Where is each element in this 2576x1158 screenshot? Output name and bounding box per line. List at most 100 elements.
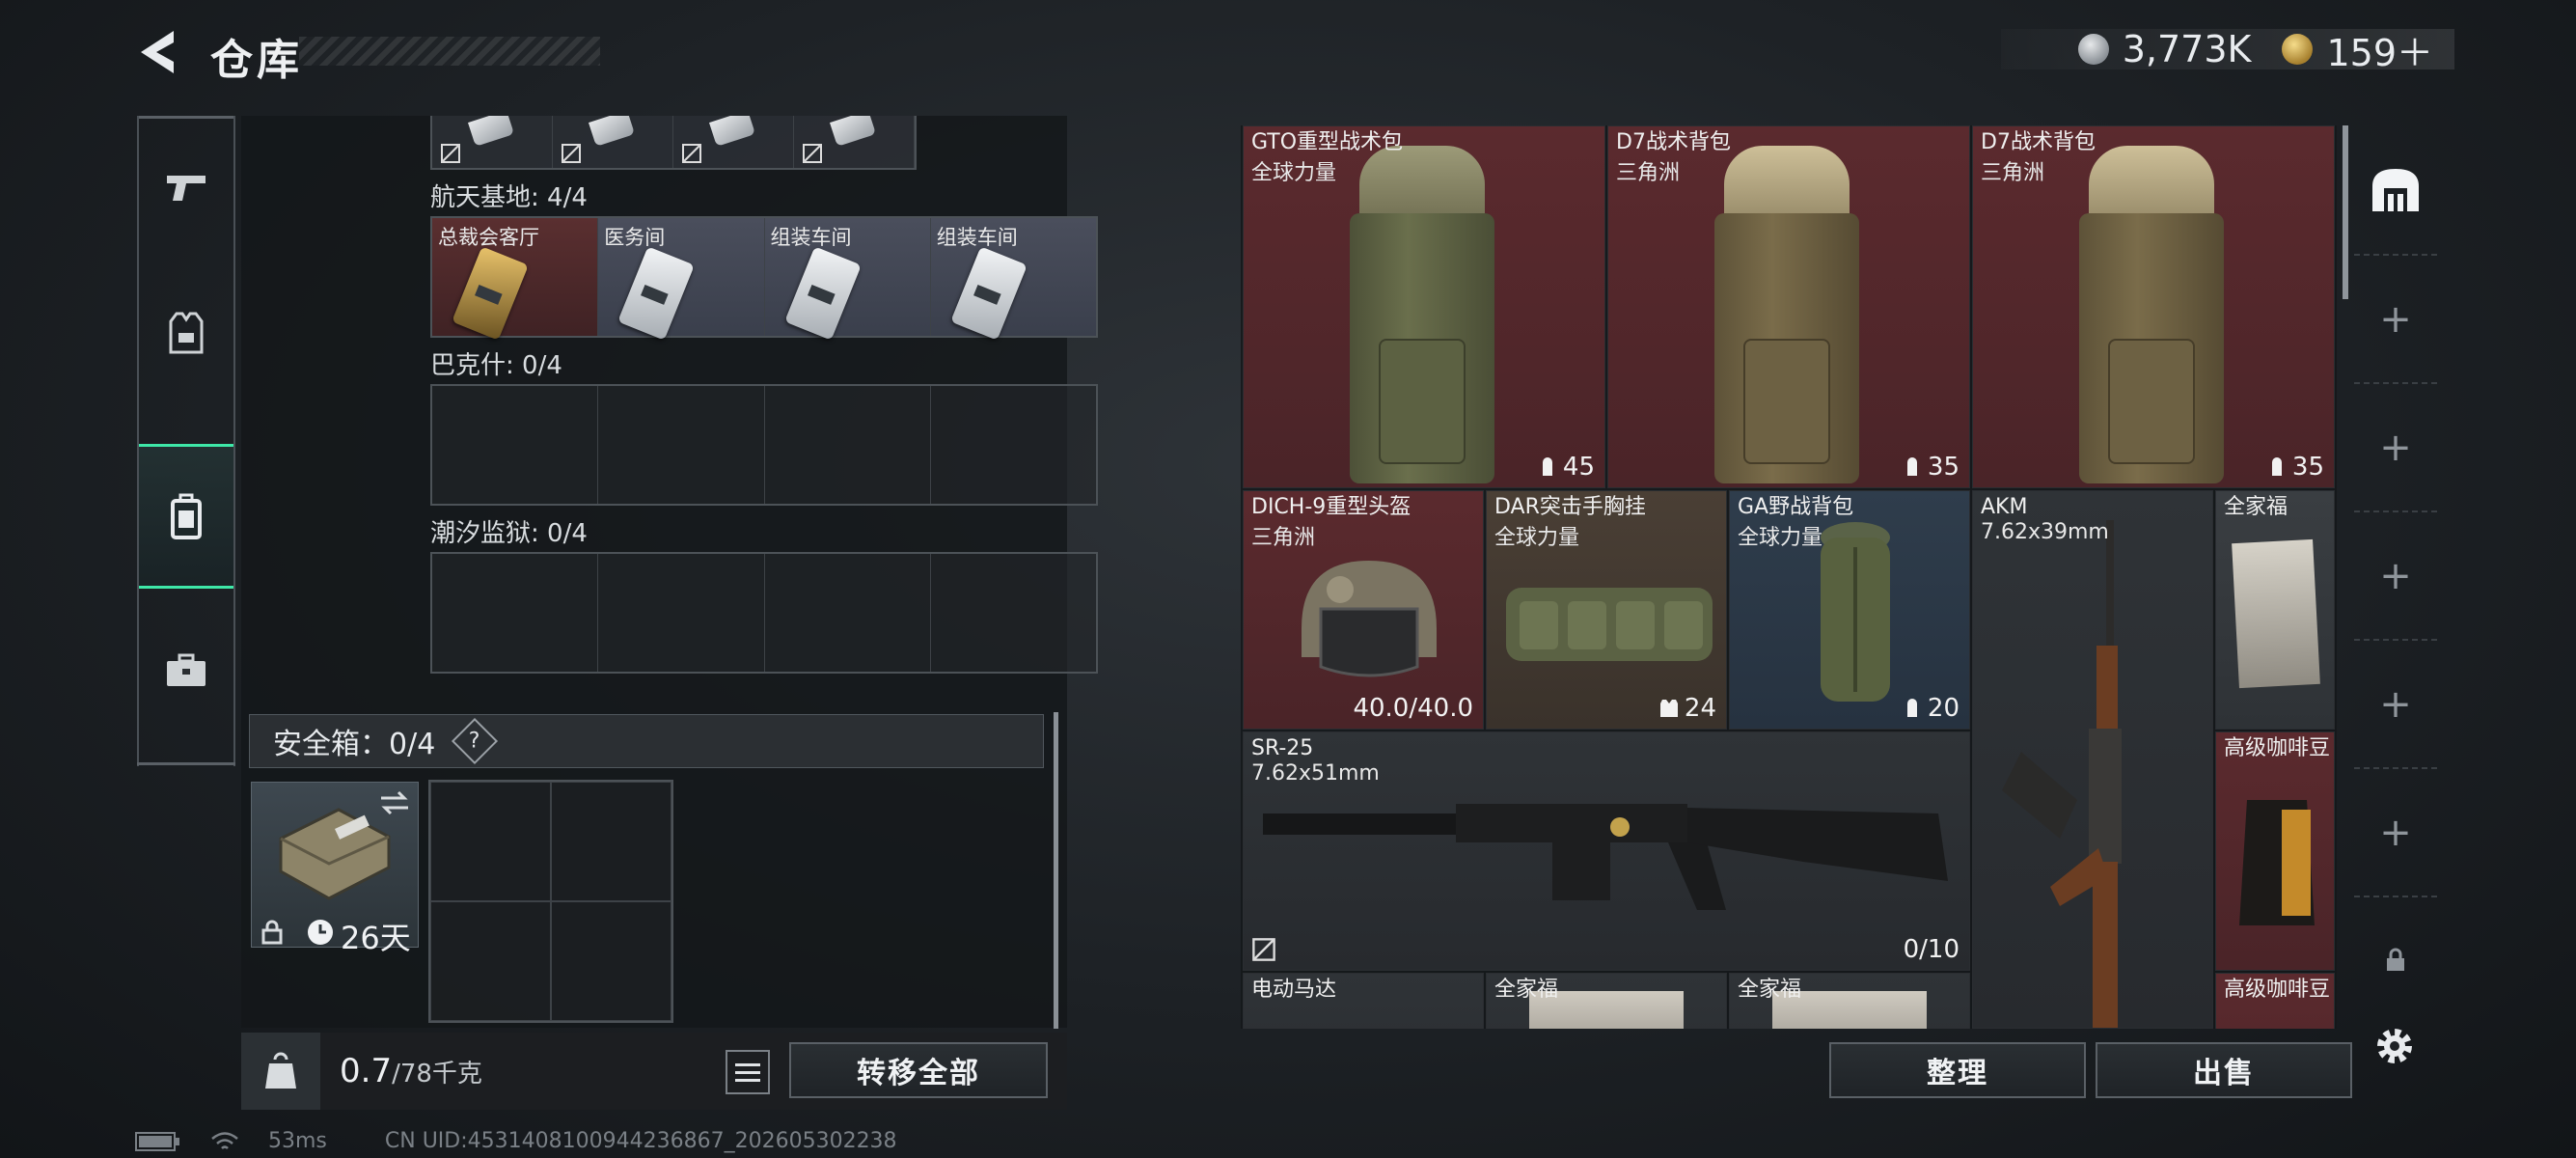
inventory-item[interactable]: 电动马达	[1243, 973, 1484, 1029]
empty-keycard-slot[interactable]	[432, 386, 599, 504]
item-name: D7战术背包	[1981, 130, 2096, 154]
inventory-item[interactable]: DICH-9重型头盔 三角洲 40.0/40.0	[1243, 490, 1484, 730]
backpack-small-icon	[1542, 457, 1552, 476]
no-transfer-icon	[1252, 938, 1275, 961]
storage-rail: + + + + +	[2354, 125, 2437, 1023]
organize-button[interactable]: 整理	[1829, 1042, 2086, 1098]
storage-tab-main[interactable]	[2354, 125, 2437, 254]
chest-rig-image	[1506, 588, 1713, 661]
keycard-label: 组装车间	[936, 226, 1018, 249]
nav-toolbox[interactable]	[139, 598, 233, 743]
keycard-slot[interactable]	[794, 116, 915, 168]
inventory-item[interactable]: AKM 7.62x39mm	[1972, 490, 2213, 1029]
inventory-item[interactable]: 高级咖啡豆	[2215, 973, 2335, 1029]
item-name: 全家福	[2224, 495, 2288, 519]
keycard-slot[interactable]	[553, 116, 673, 168]
locked-storage-tab[interactable]	[2354, 896, 2437, 1023]
no-transfer-icon	[682, 144, 701, 163]
help-icon[interactable]: ?	[452, 717, 499, 765]
backpack-image	[1714, 146, 1859, 487]
empty-keycard-slot[interactable]	[765, 386, 931, 504]
back-arrow-icon[interactable]	[135, 27, 183, 77]
keycard-icon	[783, 246, 862, 341]
nav-weapons[interactable]	[139, 116, 233, 261]
no-transfer-icon	[562, 144, 581, 163]
keycard-item[interactable]: 总裁会客厅	[432, 218, 599, 341]
weight-icon	[241, 1033, 320, 1110]
empty-keycard-slot[interactable]	[598, 554, 765, 672]
empty-keycard-slot[interactable]	[598, 386, 765, 504]
add-storage-tab-button[interactable]: +	[2354, 510, 2437, 639]
add-storage-tab-button[interactable]: +	[2354, 382, 2437, 510]
item-name: DICH-9重型头盔	[1251, 495, 1411, 519]
backpack-small-icon	[1906, 457, 1917, 476]
item-name: 高级咖啡豆	[2224, 736, 2331, 760]
item-capacity: 35	[2267, 453, 2324, 482]
photo-image	[2232, 538, 2320, 689]
clock-icon	[308, 920, 333, 945]
safe-slot[interactable]	[551, 901, 671, 1021]
inventory-item[interactable]: D7战术背包 三角洲 35	[1972, 125, 2335, 488]
safe-slot[interactable]	[551, 782, 671, 901]
safe-slot[interactable]	[430, 901, 551, 1021]
keycard-icon	[617, 246, 696, 341]
nav-armor[interactable]	[139, 261, 233, 405]
inventory-item[interactable]: DAR突击手胸挂 全球力量 24	[1486, 490, 1727, 730]
inventory-item[interactable]: GA野战背包 全球力量 20	[1729, 490, 1970, 730]
nav-container[interactable]	[139, 444, 233, 589]
empty-keycard-slot[interactable]	[931, 386, 1096, 504]
add-storage-tab-button[interactable]: +	[2354, 639, 2437, 767]
inventory-item[interactable]: 全家福	[1729, 973, 1970, 1029]
keycard-item[interactable]: 组装车间	[764, 218, 931, 341]
page-title: 仓库	[210, 36, 303, 85]
swap-icon[interactable]	[377, 788, 412, 817]
item-sub: 全球力量	[1251, 161, 1337, 185]
item-sub: 全球力量	[1738, 526, 1823, 550]
item-name: D7战术背包	[1616, 130, 1731, 154]
empty-keycard-slot[interactable]	[432, 554, 599, 672]
keycard-label: 医务间	[604, 226, 666, 249]
safe-slot[interactable]	[430, 782, 551, 901]
left-scrollbar[interactable]	[1054, 712, 1058, 1029]
weight-max: /78千克	[392, 1059, 482, 1089]
item-name: 电动马达	[1251, 978, 1337, 1002]
keycard-item[interactable]: 组装车间	[930, 218, 1096, 341]
nav-bottom-cap	[137, 762, 235, 765]
inventory-item[interactable]: 全家福	[2215, 490, 2335, 730]
keycard-grid-bakhsh	[430, 384, 1098, 506]
settings-gear-icon[interactable]	[2371, 1023, 2418, 1069]
gold-currency-value[interactable]: 159＋	[2326, 23, 2433, 76]
item-name: GA野战背包	[1738, 495, 1854, 519]
keycard-slot[interactable]	[432, 116, 553, 168]
keycard-item[interactable]: 医务间	[598, 218, 765, 341]
sell-button[interactable]: 出售	[2096, 1042, 2352, 1098]
keycard-grid-aerospace: 总裁会客厅 医务间 组装车间 组装车间	[430, 216, 1098, 341]
backpack-image	[1350, 146, 1494, 487]
keycard-slot[interactable]	[673, 116, 794, 168]
empty-keycard-slot[interactable]	[931, 554, 1096, 672]
keycard-grid-tidal-prison	[430, 552, 1098, 674]
inventory-item[interactable]: D7战术背包 三角洲 35	[1607, 125, 1970, 488]
keycard-icon	[949, 246, 1028, 341]
previous-keycard-row	[430, 116, 917, 170]
keycard-label: 总裁会客厅	[438, 226, 539, 249]
inventory-item[interactable]: 高级咖啡豆	[2215, 731, 2335, 971]
transfer-all-button[interactable]: 转移全部	[789, 1042, 1048, 1098]
inventory-item[interactable]: GTO重型战术包 全球力量 45	[1243, 125, 1605, 488]
item-sub: 7.62x51mm	[1251, 761, 1380, 786]
empty-keycard-slot[interactable]	[765, 554, 931, 672]
list-view-button[interactable]	[726, 1050, 770, 1094]
add-storage-tab-button[interactable]: +	[2354, 767, 2437, 896]
safe-box-item[interactable]: 26天	[251, 782, 419, 956]
inventory-item[interactable]: SR-25 7.62x51mm 0/10	[1243, 731, 1970, 971]
currency-bar: 3,773K 159＋	[2001, 28, 2454, 74]
add-storage-tab-button[interactable]: +	[2354, 254, 2437, 382]
section-label-aerospace: 航天基地: 4/4	[430, 183, 588, 212]
vest-icon	[169, 312, 204, 354]
coffee-bag-image	[2239, 800, 2315, 925]
akm-rifle-image	[2002, 520, 2122, 1028]
lock-icon	[2387, 948, 2404, 971]
inventory-item[interactable]: 全家福	[1486, 973, 1727, 1029]
item-name: SR-25	[1251, 736, 1314, 760]
inventory-scrollbar[interactable]	[2343, 125, 2348, 299]
